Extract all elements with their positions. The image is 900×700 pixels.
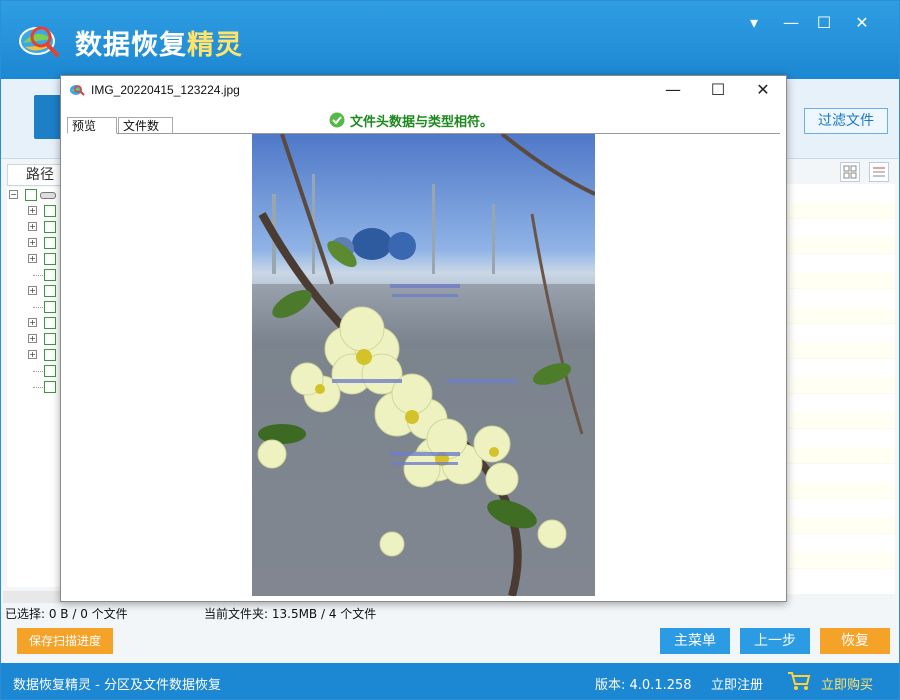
recover-button[interactable]: 恢复 (820, 628, 890, 654)
expand-icon[interactable]: + (28, 286, 37, 295)
list-item[interactable] (787, 482, 895, 499)
tree-checkbox[interactable] (44, 253, 56, 265)
tree-checkbox[interactable] (44, 269, 56, 281)
product-description: 数据恢复精灵 - 分区及文件数据恢复 (13, 678, 221, 693)
tree-checkbox[interactable] (44, 317, 56, 329)
tree-node[interactable]: + (7, 251, 61, 267)
dialog-minimize-button[interactable]: — (651, 78, 695, 102)
tree-node[interactable]: + (7, 235, 61, 251)
list-item[interactable] (787, 237, 895, 254)
maximize-button[interactable]: ☐ (812, 11, 836, 35)
folder-tree: − + + + + + + + + (7, 187, 61, 587)
check-circle-icon (329, 112, 345, 128)
expand-icon[interactable]: + (28, 318, 37, 327)
tab-file-data[interactable]: 文件数据 (118, 117, 173, 149)
list-item[interactable] (787, 342, 895, 359)
list-item[interactable] (787, 552, 895, 569)
list-item[interactable] (787, 272, 895, 289)
preview-area (67, 134, 780, 596)
tree-checkbox[interactable] (44, 285, 56, 297)
dialog-filename: IMG_20220415_123224.jpg (91, 83, 240, 97)
tab-preview[interactable]: 预览 (67, 117, 117, 134)
tree-node[interactable] (7, 363, 61, 379)
expand-icon[interactable]: + (28, 222, 37, 231)
drive-icon (40, 192, 56, 199)
grid-view-icon[interactable] (840, 162, 860, 182)
close-button[interactable]: ✕ (850, 11, 874, 35)
magnifier-logo-icon (19, 26, 59, 57)
preview-dialog: IMG_20220415_123224.jpg — ☐ ✕ 文件头数据与类型相符… (60, 75, 787, 602)
list-item[interactable] (787, 517, 895, 534)
tree-checkbox[interactable] (44, 237, 56, 249)
flower-photo (252, 134, 595, 596)
dialog-close-button[interactable]: ✕ (741, 78, 785, 102)
tree-node[interactable] (7, 379, 61, 395)
app-brand: 数据恢复精灵 (75, 30, 243, 61)
buy-now-link[interactable]: 立即购买 (821, 674, 873, 693)
horizontal-scrollbar[interactable] (3, 591, 65, 603)
version-label: 版本: 4.0.1.258 (595, 678, 692, 693)
expand-icon[interactable]: + (28, 206, 37, 215)
dialog-title-bar: IMG_20220415_123224.jpg — ☐ ✕ (61, 76, 786, 104)
tree-checkbox[interactable] (44, 381, 56, 393)
list-item[interactable] (787, 447, 895, 464)
tree-checkbox[interactable] (44, 205, 56, 217)
expand-icon[interactable]: + (28, 254, 37, 263)
file-list[interactable] (787, 184, 895, 594)
expand-icon[interactable]: + (28, 350, 37, 359)
cart-icon[interactable] (787, 671, 811, 691)
current-folder-status: 当前文件夹: 13.5MB / 4 个文件 (204, 607, 377, 621)
list-item[interactable] (787, 202, 895, 219)
tree-node[interactable]: + (7, 283, 61, 299)
tree-checkbox[interactable] (25, 189, 37, 201)
main-menu-button[interactable]: 主菜单 (660, 628, 730, 654)
save-scan-progress-button[interactable]: 保存扫描进度 (17, 628, 113, 654)
tree-root[interactable]: − (7, 187, 61, 203)
collapse-icon[interactable]: − (9, 190, 18, 199)
register-link[interactable]: 立即注册 (711, 674, 763, 693)
tree-node[interactable] (7, 299, 61, 315)
tree-checkbox[interactable] (44, 301, 56, 313)
tree-node[interactable]: + (7, 347, 61, 363)
tree-node[interactable]: + (7, 203, 61, 219)
dialog-maximize-button[interactable]: ☐ (696, 78, 740, 102)
tree-checkbox[interactable] (44, 349, 56, 361)
app-small-icon (70, 85, 85, 96)
minimize-button[interactable]: — (779, 11, 803, 35)
footer-bar: 数据恢复精灵 - 分区及文件数据恢复 版本: 4.0.1.258 立即注册 立即… (1, 663, 899, 699)
list-view-icon[interactable] (869, 162, 889, 182)
list-item[interactable] (787, 307, 895, 324)
previous-step-button[interactable]: 上一步 (740, 628, 810, 654)
header-check-message: 文件头数据与类型相符。 (350, 115, 494, 130)
title-bar: 数据恢复精灵 ▾ — ☐ ✕ (1, 1, 899, 79)
path-column-header[interactable]: 路径 (7, 164, 63, 186)
tree-node[interactable]: + (7, 315, 61, 331)
list-item[interactable] (787, 377, 895, 394)
tree-checkbox[interactable] (44, 365, 56, 377)
tree-checkbox[interactable] (44, 221, 56, 233)
filter-files-button[interactable]: 过滤文件 (804, 108, 888, 134)
tree-node[interactable] (7, 267, 61, 283)
expand-icon[interactable]: + (28, 238, 37, 247)
tree-checkbox[interactable] (44, 333, 56, 345)
selected-status: 已选择: 0 B / 0 个文件 (5, 607, 128, 621)
menu-dropdown-icon[interactable]: ▾ (742, 11, 766, 35)
tree-node[interactable]: + (7, 219, 61, 235)
list-item[interactable] (787, 412, 895, 429)
expand-icon[interactable]: + (28, 334, 37, 343)
tree-node[interactable]: + (7, 331, 61, 347)
